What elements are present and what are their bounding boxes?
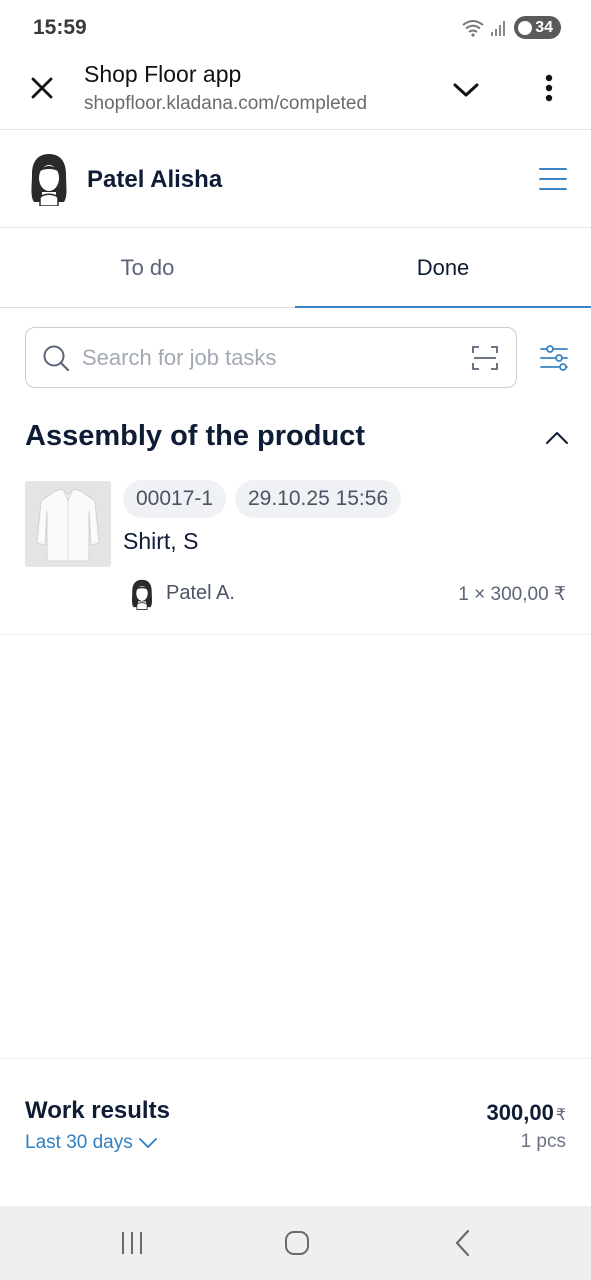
tab-bar: To do Done — [0, 228, 591, 308]
home-icon — [285, 1231, 309, 1255]
chevron-down-icon — [453, 83, 479, 97]
avatar — [31, 154, 67, 206]
filter-icon[interactable] — [540, 344, 568, 372]
tab-todo[interactable]: To do — [0, 228, 295, 308]
wifi-icon — [462, 19, 484, 37]
status-bar: 15:59 34 — [0, 0, 591, 56]
chevron-down-icon — [138, 1138, 157, 1148]
summary-total-value: 300,00 — [486, 1100, 554, 1125]
summary-pieces: 1 pcs — [520, 1131, 566, 1152]
more-options-button[interactable] — [532, 70, 566, 106]
battery-level: 34 — [535, 18, 553, 36]
menu-icon[interactable] — [538, 166, 568, 192]
recent-apps-icon — [122, 1232, 142, 1254]
period-selector[interactable]: Last 30 days — [25, 1132, 157, 1154]
browser-bar: Shop Floor app shopfloor.kladana.com/com… — [0, 56, 591, 130]
worker-name: Patel A. — [166, 582, 235, 604]
status-icons: 34 — [462, 16, 561, 39]
close-icon — [31, 77, 53, 99]
browser-url[interactable]: shopfloor.kladana.com/completed — [84, 93, 367, 115]
signal-icon — [491, 20, 506, 36]
quantity-price: 1 × 300,00 ₹ — [458, 584, 566, 605]
user-name: Patel Alisha — [87, 166, 223, 193]
barcode-scan-icon[interactable] — [472, 346, 498, 370]
battery-icon: 34 — [514, 16, 561, 39]
battery-saver-icon — [518, 20, 533, 35]
currency-symbol: ₹ — [555, 1107, 566, 1124]
chevron-up-icon[interactable] — [544, 428, 570, 448]
system-nav-bar — [0, 1206, 591, 1280]
search-input[interactable] — [82, 329, 462, 386]
summary-total: 300,00 ₹ — [487, 1100, 566, 1126]
work-results-summary: Work results Last 30 days 300,00 ₹ 1 pcs — [0, 1058, 591, 1206]
task-id-badge: 00017-1 — [123, 480, 227, 518]
product-image — [25, 481, 111, 567]
search-icon — [43, 345, 70, 372]
shirt-image — [36, 488, 100, 562]
search-box — [25, 327, 517, 388]
recent-apps-button[interactable] — [117, 1228, 147, 1258]
tab-done[interactable]: Done — [295, 228, 591, 308]
product-name: Shirt, S — [123, 528, 199, 554]
home-button[interactable] — [282, 1228, 312, 1258]
section-title: Assembly of the product — [25, 420, 365, 452]
active-tab-indicator — [295, 306, 591, 308]
back-button[interactable] — [448, 1228, 478, 1258]
summary-title: Work results — [25, 1097, 170, 1124]
period-label: Last 30 days — [25, 1132, 133, 1153]
expand-button[interactable] — [448, 72, 484, 108]
user-header: Patel Alisha — [0, 130, 591, 228]
close-button[interactable] — [24, 70, 60, 106]
browser-title: Shop Floor app — [84, 61, 242, 87]
status-time: 15:59 — [33, 16, 87, 39]
task-card[interactable]: 00017-1 29.10.25 15:56 Shirt, S Patel A.… — [0, 470, 591, 635]
more-vertical-icon — [545, 74, 553, 102]
back-icon — [455, 1229, 470, 1257]
worker-avatar — [132, 579, 152, 610]
task-date-badge: 29.10.25 15:56 — [235, 480, 402, 518]
